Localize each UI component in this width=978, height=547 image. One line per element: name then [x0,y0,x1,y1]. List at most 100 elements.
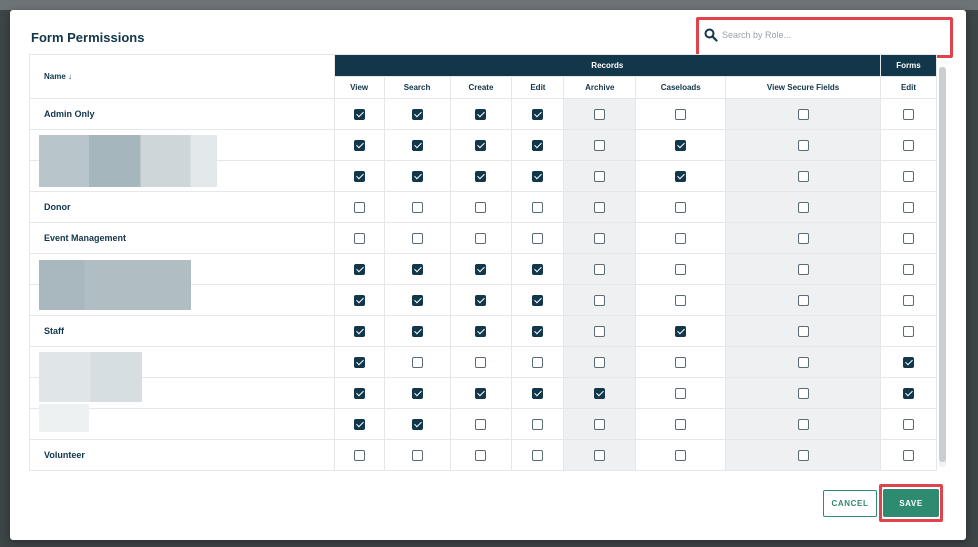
name-column-header[interactable]: Name ↓ [29,54,335,99]
permission-checkbox[interactable] [475,418,487,430]
permission-checkbox[interactable] [675,387,687,399]
permission-checkbox[interactable] [797,294,809,306]
permission-checkbox[interactable] [675,356,687,368]
permission-checkbox[interactable] [475,139,487,151]
permission-checkbox[interactable] [594,325,606,337]
permission-checkbox[interactable] [902,387,914,399]
permission-checkbox[interactable] [532,418,544,430]
permission-checkbox[interactable] [594,418,606,430]
permission-checkbox[interactable] [797,387,809,399]
permission-checkbox[interactable] [475,170,487,182]
permission-checkbox[interactable] [594,201,606,213]
permission-checkbox[interactable] [902,139,914,151]
permission-checkbox[interactable] [902,108,914,120]
table-scrollbar-thumb[interactable] [939,67,946,462]
permission-checkbox[interactable] [532,263,544,275]
permission-checkbox[interactable] [353,170,365,182]
permission-checkbox[interactable] [797,325,809,337]
permission-checkbox[interactable] [532,387,544,399]
permission-checkbox[interactable] [475,325,487,337]
permission-checkbox[interactable] [594,108,606,120]
permission-checkbox[interactable] [532,139,544,151]
permission-checkbox[interactable] [411,356,423,368]
permission-checkbox[interactable] [532,325,544,337]
permission-checkbox[interactable] [594,232,606,244]
permission-checkbox[interactable] [594,387,606,399]
permission-checkbox[interactable] [902,325,914,337]
permission-checkbox[interactable] [475,201,487,213]
permission-checkbox[interactable] [797,139,809,151]
permission-checkbox[interactable] [675,325,687,337]
permission-checkbox[interactable] [594,139,606,151]
permission-checkbox[interactable] [797,108,809,120]
permission-checkbox[interactable] [411,325,423,337]
permission-checkbox[interactable] [475,356,487,368]
permission-checkbox[interactable] [411,139,423,151]
permission-checkbox[interactable] [675,201,687,213]
permission-checkbox[interactable] [532,170,544,182]
permission-checkbox[interactable] [902,294,914,306]
permission-checkbox[interactable] [353,232,365,244]
permission-checkbox[interactable] [353,294,365,306]
permission-checkbox[interactable] [675,232,687,244]
permission-checkbox[interactable] [594,356,606,368]
permission-checkbox[interactable] [353,108,365,120]
permission-checkbox[interactable] [411,449,423,461]
permission-checkbox[interactable] [902,232,914,244]
permission-checkbox[interactable] [353,139,365,151]
permission-checkbox[interactable] [532,232,544,244]
permission-checkbox[interactable] [594,170,606,182]
save-button[interactable]: SAVE [883,489,939,517]
permission-checkbox[interactable] [353,418,365,430]
permission-checkbox[interactable] [594,294,606,306]
permission-checkbox[interactable] [902,356,914,368]
permission-checkbox[interactable] [475,108,487,120]
permission-checkbox[interactable] [675,418,687,430]
permission-checkbox[interactable] [532,108,544,120]
permission-checkbox[interactable] [675,294,687,306]
permission-checkbox[interactable] [532,201,544,213]
permission-checkbox[interactable] [675,170,687,182]
permission-checkbox[interactable] [411,170,423,182]
permission-checkbox[interactable] [475,232,487,244]
permission-checkbox[interactable] [411,387,423,399]
permission-checkbox[interactable] [353,449,365,461]
permission-checkbox[interactable] [475,263,487,275]
permission-checkbox[interactable] [797,356,809,368]
permission-checkbox[interactable] [411,263,423,275]
permission-checkbox[interactable] [902,170,914,182]
permission-checkbox[interactable] [532,449,544,461]
permission-checkbox[interactable] [353,201,365,213]
permission-checkbox[interactable] [532,294,544,306]
permission-checkbox[interactable] [797,263,809,275]
cancel-button[interactable]: CANCEL [823,490,877,517]
permission-checkbox[interactable] [675,263,687,275]
permission-checkbox[interactable] [475,294,487,306]
permission-checkbox[interactable] [675,449,687,461]
permission-checkbox[interactable] [675,108,687,120]
permission-checkbox[interactable] [532,356,544,368]
permission-checkbox[interactable] [902,201,914,213]
permission-checkbox[interactable] [902,263,914,275]
permission-checkbox[interactable] [353,325,365,337]
permission-checkbox[interactable] [411,294,423,306]
permission-checkbox[interactable] [353,387,365,399]
permission-checkbox[interactable] [797,418,809,430]
permission-checkbox[interactable] [797,449,809,461]
permission-checkbox[interactable] [797,201,809,213]
permission-checkbox[interactable] [411,108,423,120]
permission-checkbox[interactable] [475,387,487,399]
permission-checkbox[interactable] [475,449,487,461]
permission-checkbox[interactable] [411,201,423,213]
permission-checkbox[interactable] [411,418,423,430]
permission-checkbox[interactable] [594,449,606,461]
permission-checkbox[interactable] [353,263,365,275]
permission-checkbox[interactable] [353,356,365,368]
permission-checkbox[interactable] [675,139,687,151]
permission-checkbox[interactable] [411,232,423,244]
permission-checkbox[interactable] [797,232,809,244]
permission-checkbox[interactable] [902,449,914,461]
permission-checkbox[interactable] [594,263,606,275]
permission-checkbox[interactable] [797,170,809,182]
permission-checkbox[interactable] [902,418,914,430]
